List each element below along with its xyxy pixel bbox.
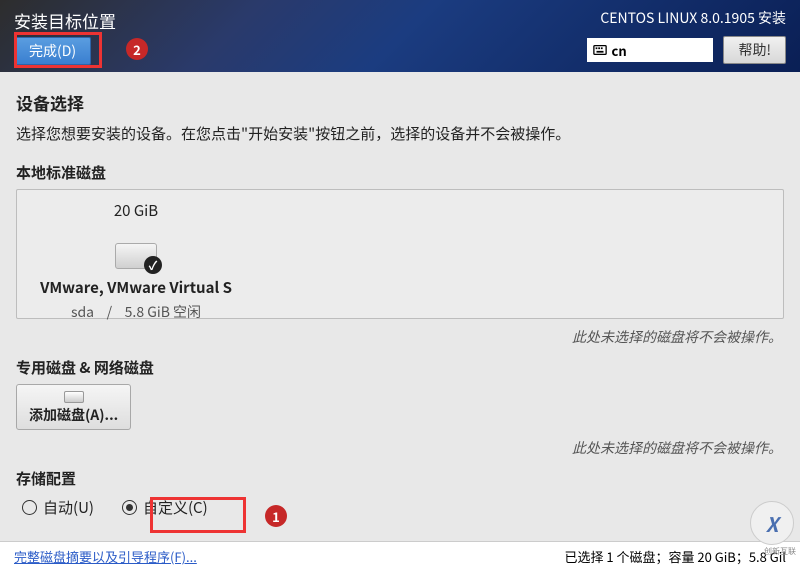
annotation-callout-1: 1: [265, 505, 287, 527]
radio-icon: [22, 500, 37, 515]
page-title: 安装目标位置: [14, 8, 116, 33]
selected-summary: 已选择 1 个磁盘；容量 20 GiB；5.8 Gil: [564, 547, 786, 566]
special-disks-heading: 专用磁盘 & 网络磁盘: [16, 357, 784, 378]
annotation-callout-2: 2: [126, 38, 148, 60]
disk-size: 20 GiB: [31, 200, 241, 221]
keyboard-layout-label: cn: [611, 41, 626, 60]
bottom-bar: 完整磁盘摘要以及引导程序(F)... 已选择 1 个磁盘；容量 20 GiB；5…: [0, 541, 800, 571]
local-disks-panel: 20 GiB VMware, VMware Virtual S sda / 5.…: [16, 189, 784, 319]
local-disks-hint: 此处未选择的磁盘将不会被操作。: [16, 327, 782, 347]
add-disk-label: 添加磁盘(A)...: [29, 405, 118, 425]
done-button[interactable]: 完成(D): [14, 37, 91, 65]
help-button[interactable]: 帮助!: [723, 36, 786, 64]
special-disks-hint: 此处未选择的磁盘将不会被操作。: [16, 438, 782, 458]
keyboard-layout-selector[interactable]: cn: [587, 38, 713, 62]
radio-auto[interactable]: 自动(U): [22, 497, 94, 518]
top-controls: cn 帮助!: [587, 36, 786, 64]
local-disks-heading: 本地标准磁盘: [16, 162, 784, 183]
top-left: 安装目标位置 完成(D): [14, 8, 116, 72]
watermark-text: 创新互联: [764, 546, 796, 557]
harddisk-icon: [115, 243, 157, 269]
radio-icon: [122, 500, 137, 515]
top-right: CENTOS LINUX 8.0.1905 安装 cn 帮助!: [587, 8, 786, 72]
storage-config: 自动(U) 自定义(C): [16, 497, 784, 518]
disk-sub: sda / 5.8 GiB 空闲: [31, 302, 241, 322]
disk-card[interactable]: 20 GiB VMware, VMware Virtual S sda / 5.…: [31, 196, 241, 322]
check-icon: [144, 256, 162, 274]
watermark-logo: X: [750, 501, 794, 545]
disk-icon-wrap: [31, 225, 241, 269]
network-disk-icon: [64, 391, 84, 403]
content-area: 设备选择 选择您想要安装的设备。在您点击"开始安装"按钮之前，选择的设备并不会被…: [0, 72, 800, 524]
radio-custom-label: 自定义(C): [143, 497, 208, 518]
radio-custom[interactable]: 自定义(C): [122, 497, 208, 518]
disk-summary-link[interactable]: 完整磁盘摘要以及引导程序(F)...: [14, 547, 197, 566]
disk-name: VMware, VMware Virtual S: [31, 277, 241, 298]
radio-auto-label: 自动(U): [43, 497, 94, 518]
storage-config-heading: 存储配置: [16, 468, 784, 489]
top-bar: 安装目标位置 完成(D) CENTOS LINUX 8.0.1905 安装 cn…: [0, 0, 800, 72]
install-title: CENTOS LINUX 8.0.1905 安装: [600, 8, 786, 28]
add-disk-button[interactable]: 添加磁盘(A)...: [16, 384, 131, 430]
keyboard-icon: [593, 43, 607, 57]
device-select-heading: 设备选择: [16, 90, 784, 115]
device-select-desc: 选择您想要安装的设备。在您点击"开始安装"按钮之前，选择的设备并不会被操作。: [16, 123, 784, 144]
